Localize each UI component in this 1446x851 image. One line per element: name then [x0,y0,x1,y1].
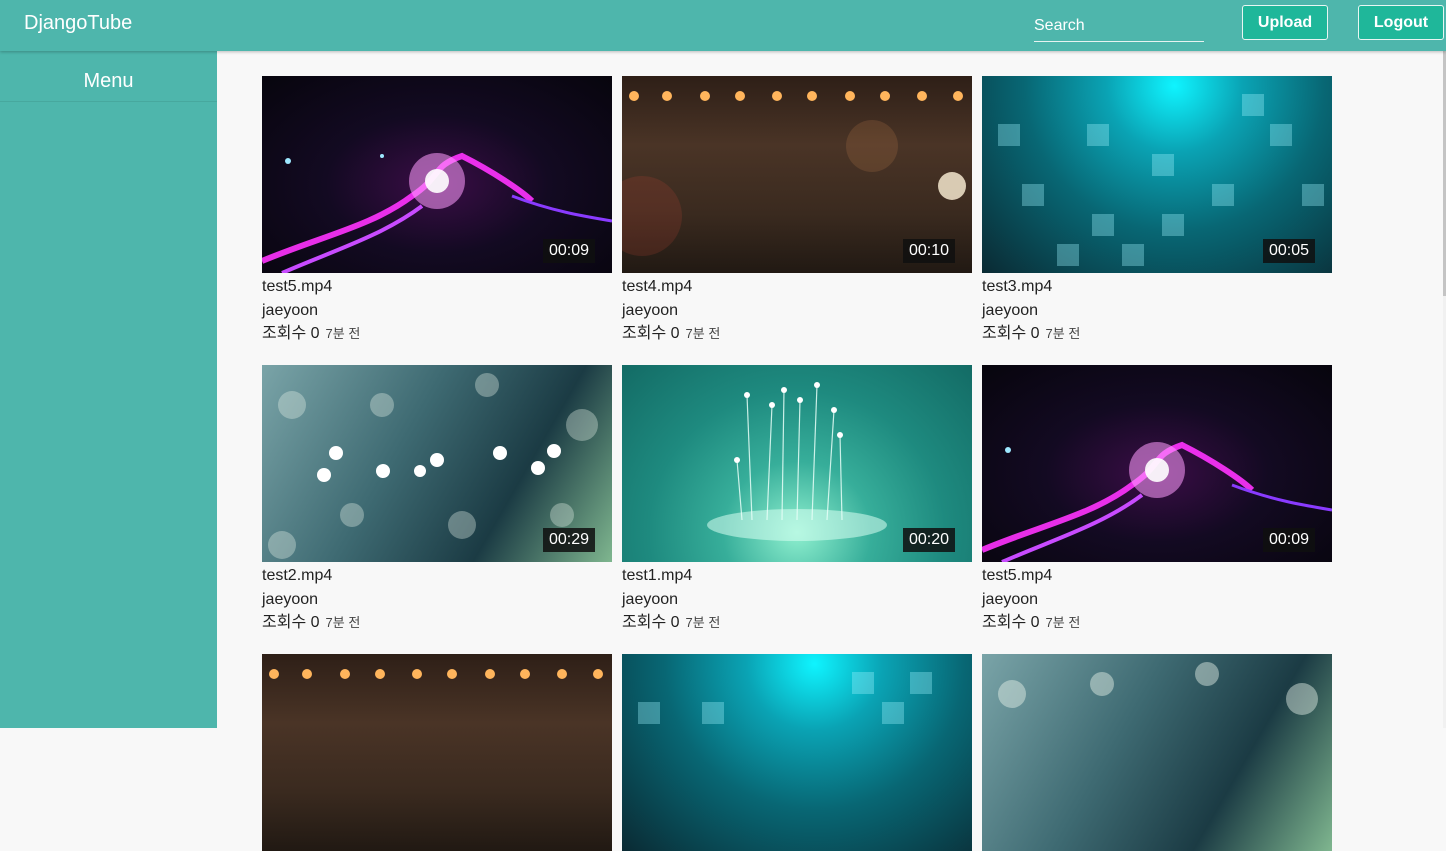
video-title[interactable]: test5.mp4 [262,277,612,297]
video-meta: 조회수 0 7분 전 [622,324,972,344]
video-thumbnail[interactable]: 00:10 [622,76,972,273]
thumbnail-art [269,669,603,679]
video-title[interactable]: test5.mp4 [982,566,1332,586]
video-views: 조회수 0 [622,614,680,631]
video-upload-time: 7분 전 [685,615,721,630]
video-author[interactable]: jaeyoon [982,301,1332,321]
video-meta: 조회수 0 7분 전 [622,613,972,633]
video-meta: 조회수 0 7분 전 [982,324,1332,344]
video-author[interactable]: jaeyoon [262,301,612,321]
video-card[interactable]: 00:09 test5.mp4 jaeyoon 조회수 0 7분 전 [982,365,1332,633]
video-duration-badge: 00:20 [902,528,955,552]
video-upload-time: 7분 전 [325,615,361,630]
video-duration-badge: 00:29 [542,528,595,552]
video-card[interactable]: 00:29 test2.mp4 jaeyoon 조회수 0 7분 전 [262,365,612,633]
video-author[interactable]: jaeyoon [622,301,972,321]
video-card[interactable] [982,654,1332,851]
video-thumbnail[interactable] [982,654,1332,851]
video-thumbnail[interactable] [262,654,612,851]
video-thumbnail[interactable]: 00:09 [982,365,1332,562]
video-meta: 조회수 0 7분 전 [262,324,612,344]
video-views: 조회수 0 [622,325,680,342]
sidebar: Menu [0,51,217,728]
video-meta: 조회수 0 7분 전 [982,613,1332,633]
video-upload-time: 7분 전 [325,326,361,341]
video-card[interactable]: 00:09 test5.mp4 jaeyoon 조회수 0 7분 전 [262,76,612,344]
video-card[interactable]: 00:10 test4.mp4 jaeyoon 조회수 0 7분 전 [622,76,972,344]
video-card[interactable] [262,654,612,851]
thumbnail-art [638,672,932,724]
video-thumbnail[interactable]: 00:09 [262,76,612,273]
video-duration-badge: 00:10 [902,239,955,263]
sidebar-menu-title: Menu [0,51,217,102]
video-views: 조회수 0 [262,614,320,631]
video-duration-badge: 00:09 [1262,528,1315,552]
video-author[interactable]: jaeyoon [262,590,612,610]
video-title[interactable]: test3.mp4 [982,277,1332,297]
video-upload-time: 7분 전 [685,326,721,341]
video-views: 조회수 0 [262,325,320,342]
video-upload-time: 7분 전 [1045,615,1081,630]
video-thumbnail[interactable]: 00:29 [262,365,612,562]
video-author[interactable]: jaeyoon [622,590,972,610]
search-input[interactable] [1034,10,1204,42]
video-title[interactable]: test1.mp4 [622,566,972,586]
video-duration-badge: 00:09 [542,239,595,263]
video-author[interactable]: jaeyoon [982,590,1332,610]
upload-button[interactable]: Upload [1242,5,1328,40]
video-card[interactable]: 00:05 test3.mp4 jaeyoon 조회수 0 7분 전 [982,76,1332,344]
video-card[interactable] [622,654,972,851]
video-card[interactable]: 00:20 test1.mp4 jaeyoon 조회수 0 7분 전 [622,365,972,633]
video-thumbnail[interactable]: 00:20 [622,365,972,562]
thumbnail-art [998,662,1318,715]
video-views: 조회수 0 [982,614,1040,631]
video-title[interactable]: test2.mp4 [262,566,612,586]
video-thumbnail[interactable]: 00:05 [982,76,1332,273]
video-upload-time: 7분 전 [1045,326,1081,341]
video-thumbnail[interactable] [622,654,972,851]
logout-button[interactable]: Logout [1358,5,1444,40]
video-title[interactable]: test4.mp4 [622,277,972,297]
video-duration-badge: 00:05 [1262,239,1315,263]
top-bar: DjangoTube Upload Logout [0,0,1446,51]
video-views: 조회수 0 [982,325,1040,342]
video-meta: 조회수 0 7분 전 [262,613,612,633]
brand-logo[interactable]: DjangoTube [24,12,132,35]
